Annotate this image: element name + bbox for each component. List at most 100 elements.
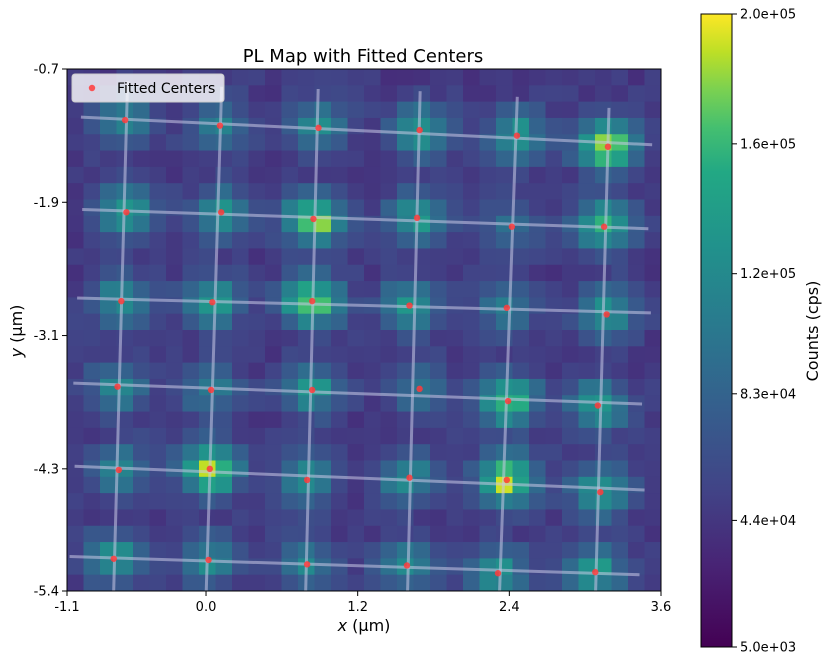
- legend-label: Fitted Centers: [117, 81, 215, 97]
- heatmap-cell: [364, 346, 382, 364]
- heatmap-cell: [133, 183, 151, 201]
- heatmap-cell: [331, 362, 349, 380]
- heatmap-cell: [215, 281, 233, 298]
- heatmap-cell: [628, 411, 646, 429]
- heatmap-cell: [545, 248, 563, 266]
- fitted-center-point: [206, 465, 214, 473]
- heatmap-cell: [463, 330, 481, 347]
- heatmap-cell: [83, 264, 101, 282]
- heatmap-cell: [578, 509, 596, 527]
- heatmap-cell: [496, 346, 514, 364]
- heatmap-cell: [529, 199, 547, 217]
- heatmap-cell: [479, 166, 497, 184]
- heatmap-cell: [248, 297, 266, 315]
- heatmap-cell: [545, 69, 563, 86]
- heatmap-cell: [446, 411, 464, 429]
- heatmap-cell: [248, 215, 266, 233]
- heatmap-cell: [215, 264, 233, 282]
- heatmap-cell: [248, 378, 266, 396]
- heatmap-cell: [479, 313, 497, 331]
- x-tick-label: 2.4: [499, 600, 520, 615]
- heatmap-cell: [314, 281, 332, 298]
- fitted-center-point: [121, 116, 129, 124]
- heatmap-cell: [364, 183, 382, 201]
- heatmap-cell: [133, 134, 151, 152]
- heatmap-cell: [529, 525, 547, 543]
- heatmap-cell: [463, 232, 481, 250]
- heatmap-cell: [182, 395, 200, 413]
- heatmap-cell: [67, 313, 85, 331]
- heatmap-cell: [479, 346, 497, 364]
- heatmap-cell: [611, 542, 629, 559]
- heatmap-cell: [347, 69, 365, 86]
- heatmap-cell: [149, 476, 167, 494]
- heatmap-cell: [265, 476, 283, 494]
- heatmap-cell: [644, 444, 661, 462]
- heatmap-cell: [446, 199, 464, 217]
- heatmap-cell: [413, 460, 431, 478]
- heatmap-cell: [644, 525, 661, 543]
- heatmap-cell: [380, 313, 398, 331]
- heatmap-cell: [628, 362, 646, 380]
- heatmap-cell: [232, 313, 250, 331]
- heatmap-cell: [331, 476, 349, 494]
- heatmap-cell: [166, 476, 184, 494]
- heatmap-cell: [578, 199, 596, 217]
- heatmap-cell: [215, 411, 233, 429]
- heatmap-cell: [314, 69, 332, 86]
- heatmap-cell: [512, 395, 530, 413]
- heatmap-cell: [463, 574, 481, 591]
- heatmap-cell: [644, 378, 661, 396]
- heatmap-cell: [446, 85, 464, 103]
- legend: Fitted Centers: [71, 73, 225, 103]
- heatmap-cell: [496, 101, 514, 119]
- heatmap-cell: [281, 199, 299, 217]
- heatmap-cell: [578, 101, 596, 119]
- heatmap-cell: [496, 183, 514, 201]
- heatmap-cell: [314, 313, 332, 331]
- heatmap-cell: [215, 444, 233, 462]
- heatmap-cell: [463, 493, 481, 511]
- heatmap-cell: [529, 313, 547, 331]
- heatmap-cell: [67, 134, 85, 152]
- heatmap-cell: [397, 215, 415, 233]
- heatmap-cell: [298, 166, 316, 184]
- heatmap-cell: [380, 183, 398, 201]
- heatmap-cell: [644, 85, 661, 103]
- heatmap-cell: [512, 297, 530, 315]
- fitted-center-point: [217, 209, 225, 216]
- heatmap-cell: [446, 248, 464, 266]
- heatmap-cell: [578, 69, 596, 86]
- heatmap-cell: [232, 509, 250, 527]
- heatmap-cell: [644, 460, 661, 478]
- heatmap-cell: [298, 85, 316, 103]
- heatmap-cell: [562, 395, 580, 413]
- heatmap-cell: [479, 509, 497, 527]
- heatmap-cell: [413, 166, 431, 184]
- heatmap-cell: [430, 476, 448, 494]
- chart-title: PL Map with Fitted Centers: [243, 46, 484, 67]
- fitted-center-point: [205, 556, 212, 564]
- heatmap-cell: [430, 444, 448, 462]
- heatmap-cell: [67, 574, 85, 591]
- heatmap-cell: [578, 346, 596, 364]
- heatmap-cell: [562, 542, 580, 559]
- heatmap-cell: [430, 509, 448, 527]
- heatmap-cell: [116, 281, 134, 298]
- fitted-center-point: [508, 223, 516, 230]
- heatmap-cell: [83, 378, 101, 396]
- heatmap-cell: [562, 101, 580, 119]
- heatmap-cell: [562, 330, 580, 347]
- heatmap-cell: [512, 346, 530, 364]
- heatmap-cell: [149, 232, 167, 250]
- heatmap-cell: [166, 427, 184, 445]
- heatmap-cell: [611, 427, 629, 445]
- heatmap-cell: [347, 330, 365, 347]
- heatmap-cell: [562, 378, 580, 396]
- heatmap-cell: [628, 493, 646, 511]
- heatmap-cell: [133, 248, 151, 266]
- heatmap-cell: [364, 281, 382, 298]
- heatmap-cell: [182, 346, 200, 364]
- heatmap-cell: [397, 346, 415, 364]
- heatmap-cell: [628, 509, 646, 527]
